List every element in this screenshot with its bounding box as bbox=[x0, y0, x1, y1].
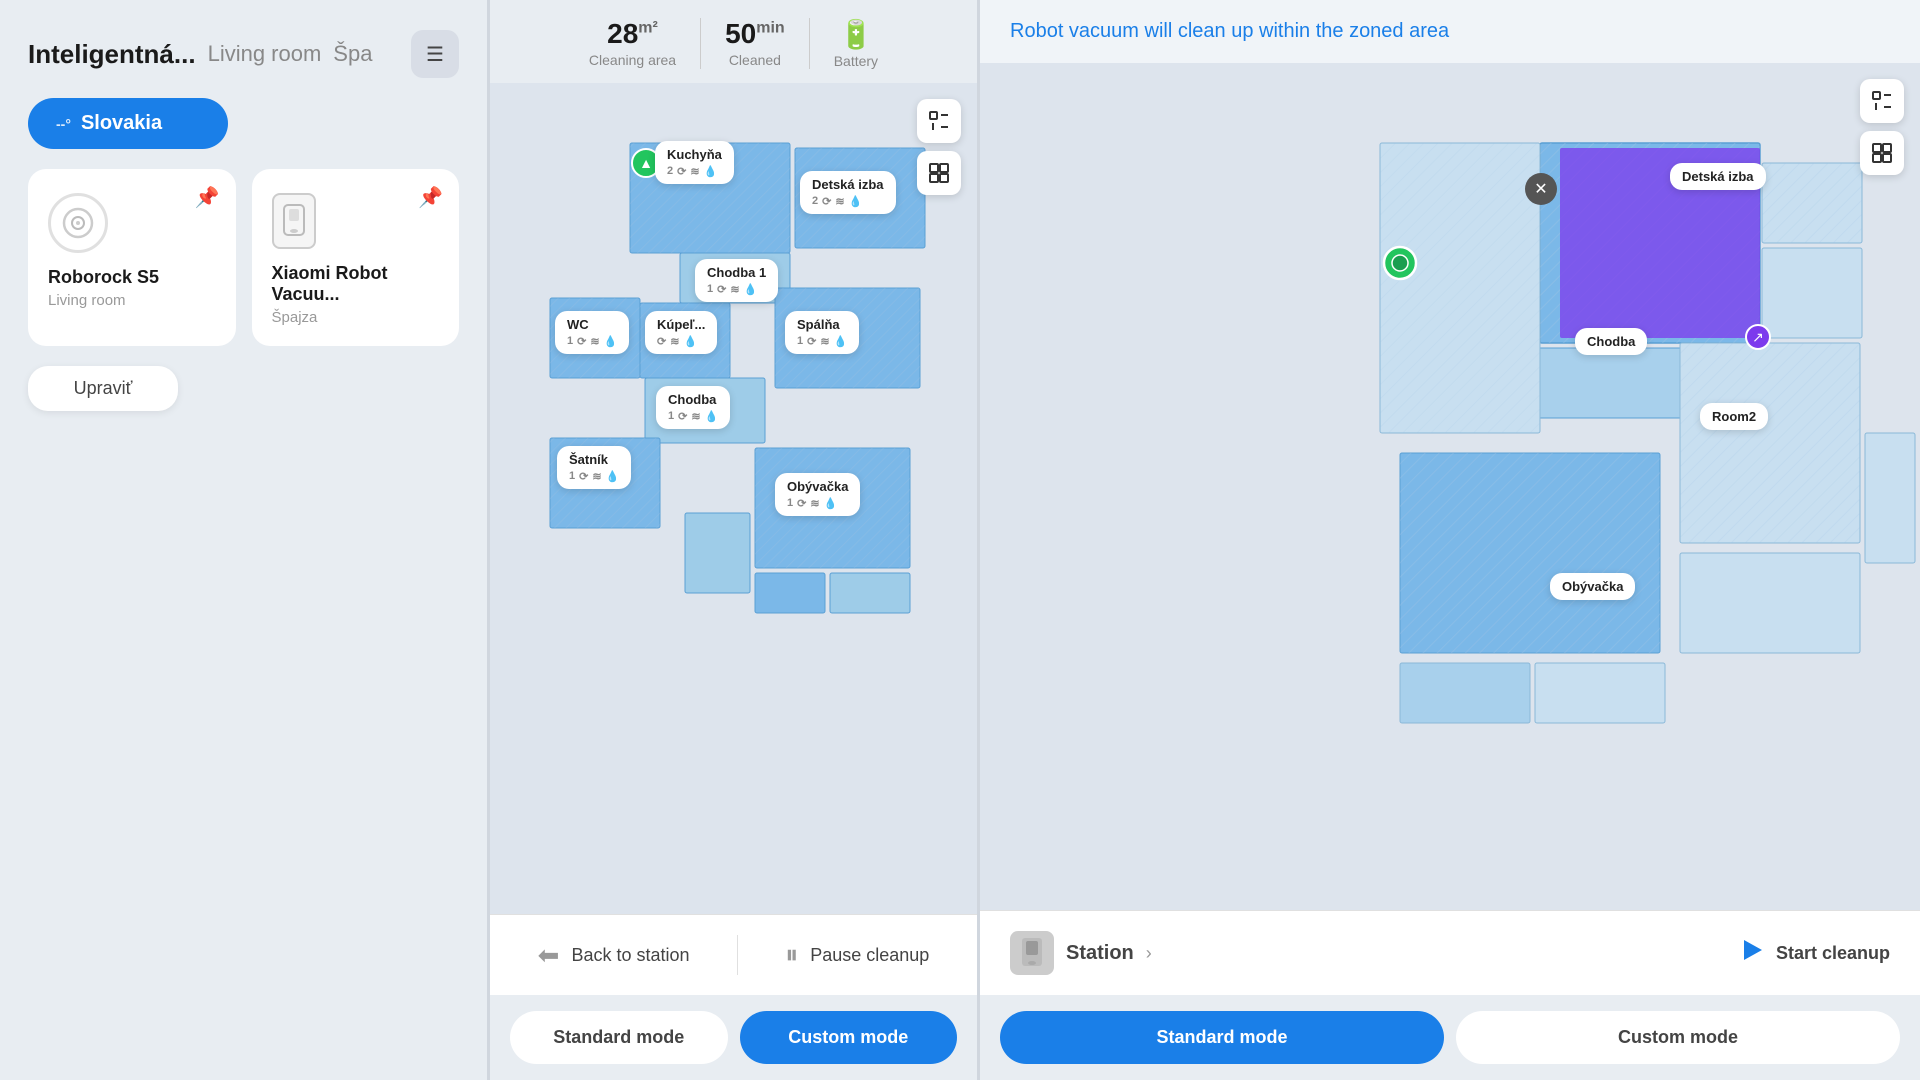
pause-icon: ⏸ bbox=[785, 939, 798, 971]
room-label-satnik: Šatník 1⟳≋💧 bbox=[557, 446, 631, 489]
room-name-right-1: Detská izba bbox=[1682, 169, 1754, 184]
room-name-right-2: Chodba bbox=[1587, 334, 1635, 349]
room-name-7: Chodba bbox=[668, 392, 718, 407]
battery-stat: 🔋 Battery bbox=[810, 18, 902, 69]
menu-button[interactable]: ☰ bbox=[411, 30, 459, 78]
room-label-chodba: Chodba 1⟳≋💧 bbox=[656, 386, 730, 429]
room-name-right-4: Obývačka bbox=[1562, 579, 1623, 594]
standard-mode-button-right[interactable]: Standard mode bbox=[1000, 1011, 1444, 1064]
action-divider bbox=[737, 935, 738, 975]
room-sub: 2⟳≋💧 bbox=[667, 165, 722, 178]
room-label-right-detska: Detská izba bbox=[1670, 163, 1766, 190]
room-sub-5: ⟳≋💧 bbox=[657, 335, 705, 348]
room-label-chodba1: Chodba 1 1⟳≋💧 bbox=[695, 259, 778, 302]
room-name-4: WC bbox=[567, 317, 617, 332]
mid-panel: 28m² Cleaning area 50min Cleaned 🔋 Batte… bbox=[490, 0, 980, 1080]
start-icon bbox=[1738, 936, 1766, 971]
room-label-detska: Detská izba 2⟳≋💧 bbox=[800, 171, 896, 214]
info-banner: Robot vacuum will clean up within the zo… bbox=[980, 0, 1920, 63]
room-name-6: Spálňa bbox=[797, 317, 847, 332]
right-map[interactable]: ↗ ✕ Detská izba Chodba Room2 Obývačka bbox=[980, 63, 1920, 910]
left-panel: Inteligentná... Living room Špa ☰ Slovak… bbox=[0, 0, 490, 1080]
pin-icon-2: 📌 bbox=[418, 185, 443, 210]
room-sub-9: 1⟳≋💧 bbox=[787, 497, 848, 510]
custom-mode-button[interactable]: Custom mode bbox=[740, 1011, 958, 1064]
time-value: 50min bbox=[725, 18, 785, 50]
svg-text:↗: ↗ bbox=[1752, 329, 1764, 345]
room-name-5: Kúpeľ... bbox=[657, 317, 705, 332]
stats-bar: 28m² Cleaning area 50min Cleaned 🔋 Batte… bbox=[490, 0, 977, 83]
layout-button-right[interactable] bbox=[1860, 131, 1904, 175]
station-info: Station › bbox=[1010, 931, 1152, 975]
standard-mode-button[interactable]: Standard mode bbox=[510, 1011, 728, 1064]
device-card-xiaomi[interactable]: 📌 Xiaomi Robot Vacuu... Špajza bbox=[252, 169, 460, 346]
room-label-right-obyvacka: Obývačka bbox=[1550, 573, 1635, 600]
room-sub-3: 1⟳≋💧 bbox=[707, 283, 766, 296]
room-name-9: Obývačka bbox=[787, 479, 848, 494]
app-title: Inteligentná... bbox=[28, 39, 196, 70]
close-zone-button[interactable]: ✕ bbox=[1525, 173, 1557, 205]
time-stat: 50min Cleaned bbox=[701, 18, 810, 69]
area-label: Cleaning area bbox=[589, 52, 676, 68]
room-name-8: Šatník bbox=[569, 452, 619, 467]
custom-mode-button-right[interactable]: Custom mode bbox=[1456, 1011, 1900, 1064]
device-room-roborock: Living room bbox=[48, 292, 216, 309]
station-label: Station bbox=[1066, 942, 1134, 965]
start-cleanup-button[interactable]: Start cleanup bbox=[1738, 936, 1890, 971]
room-sub-7: 1⟳≋💧 bbox=[668, 410, 718, 423]
room-sub-8: 1⟳≋💧 bbox=[569, 470, 619, 483]
room-label-wc: WC 1⟳≋💧 bbox=[555, 311, 629, 354]
room-label-kuchyna: Kuchyňa 2⟳≋💧 bbox=[655, 141, 734, 184]
edit-button[interactable]: Upraviť bbox=[28, 366, 178, 411]
room-sub-2: 2⟳≋💧 bbox=[812, 195, 884, 208]
room-subtitle1: Living room bbox=[208, 41, 322, 67]
device-name-roborock: Roborock S5 bbox=[48, 267, 216, 288]
roborock-icon bbox=[48, 193, 108, 253]
action-bar-right: Station › Start cleanup bbox=[980, 910, 1920, 995]
map-controls-mid bbox=[917, 99, 961, 195]
station-device-icon bbox=[1010, 931, 1054, 975]
mode-bar-right: Standard mode Custom mode bbox=[980, 995, 1920, 1080]
room-name: Kuchyňa bbox=[667, 147, 722, 162]
room-name-right-3: Room2 bbox=[1712, 409, 1756, 424]
region-button[interactable]: Slovakia bbox=[28, 98, 228, 149]
expand-button-right[interactable] bbox=[1860, 79, 1904, 123]
battery-icon: 🔋 bbox=[838, 18, 873, 51]
svg-text:▲: ▲ bbox=[639, 155, 653, 171]
expand-button[interactable] bbox=[917, 99, 961, 143]
mode-bar-mid: Standard mode Custom mode bbox=[490, 995, 977, 1080]
layout-button[interactable] bbox=[917, 151, 961, 195]
room-label-kupelna: Kúpeľ... ⟳≋💧 bbox=[645, 311, 717, 354]
room-sub-4: 1⟳≋💧 bbox=[567, 335, 617, 348]
battery-label: Battery bbox=[834, 53, 878, 69]
room-name-2: Detská izba bbox=[812, 177, 884, 192]
header: Inteligentná... Living room Špa ☰ bbox=[28, 30, 459, 78]
devices-grid: 📌 Roborock S5 Living room 📌 Xiaomi bbox=[28, 169, 459, 346]
back-icon: ⬅ bbox=[538, 940, 560, 971]
chevron-icon: › bbox=[1146, 943, 1152, 964]
room-label-right-room2: Room2 bbox=[1700, 403, 1768, 430]
back-to-station-button[interactable]: ⬅ Back to station bbox=[538, 940, 690, 971]
area-value: 28m² bbox=[607, 18, 658, 50]
room-label-obyvacka: Obývačka 1⟳≋💧 bbox=[775, 473, 860, 516]
room-label-spalna: Spálňa 1⟳≋💧 bbox=[785, 311, 859, 354]
xiaomi-icon bbox=[272, 193, 316, 249]
room-name-3: Chodba 1 bbox=[707, 265, 766, 280]
room-subtitle2: Špa bbox=[333, 41, 372, 67]
device-room-xiaomi: Špajza bbox=[272, 309, 440, 326]
room-label-right-chodba: Chodba bbox=[1575, 328, 1647, 355]
right-floor-plan-svg: ↗ bbox=[980, 63, 1920, 743]
right-panel: Robot vacuum will clean up within the zo… bbox=[980, 0, 1920, 1080]
map-controls-right bbox=[1860, 79, 1904, 175]
action-bar-mid: ⬅ Back to station ⏸ Pause cleanup bbox=[490, 914, 977, 995]
device-card-roborock[interactable]: 📌 Roborock S5 Living room bbox=[28, 169, 236, 346]
cleaning-area-stat: 28m² Cleaning area bbox=[565, 18, 701, 69]
pin-icon: 📌 bbox=[195, 185, 220, 210]
time-label: Cleaned bbox=[729, 52, 781, 68]
pause-cleanup-button[interactable]: ⏸ Pause cleanup bbox=[785, 939, 929, 971]
mid-map: ▲ Kuchyňa 2⟳≋💧 Detská izba 2⟳≋💧 Chodba 1… bbox=[490, 83, 977, 914]
device-name-xiaomi: Xiaomi Robot Vacuu... bbox=[272, 263, 440, 305]
room-sub-6: 1⟳≋💧 bbox=[797, 335, 847, 348]
